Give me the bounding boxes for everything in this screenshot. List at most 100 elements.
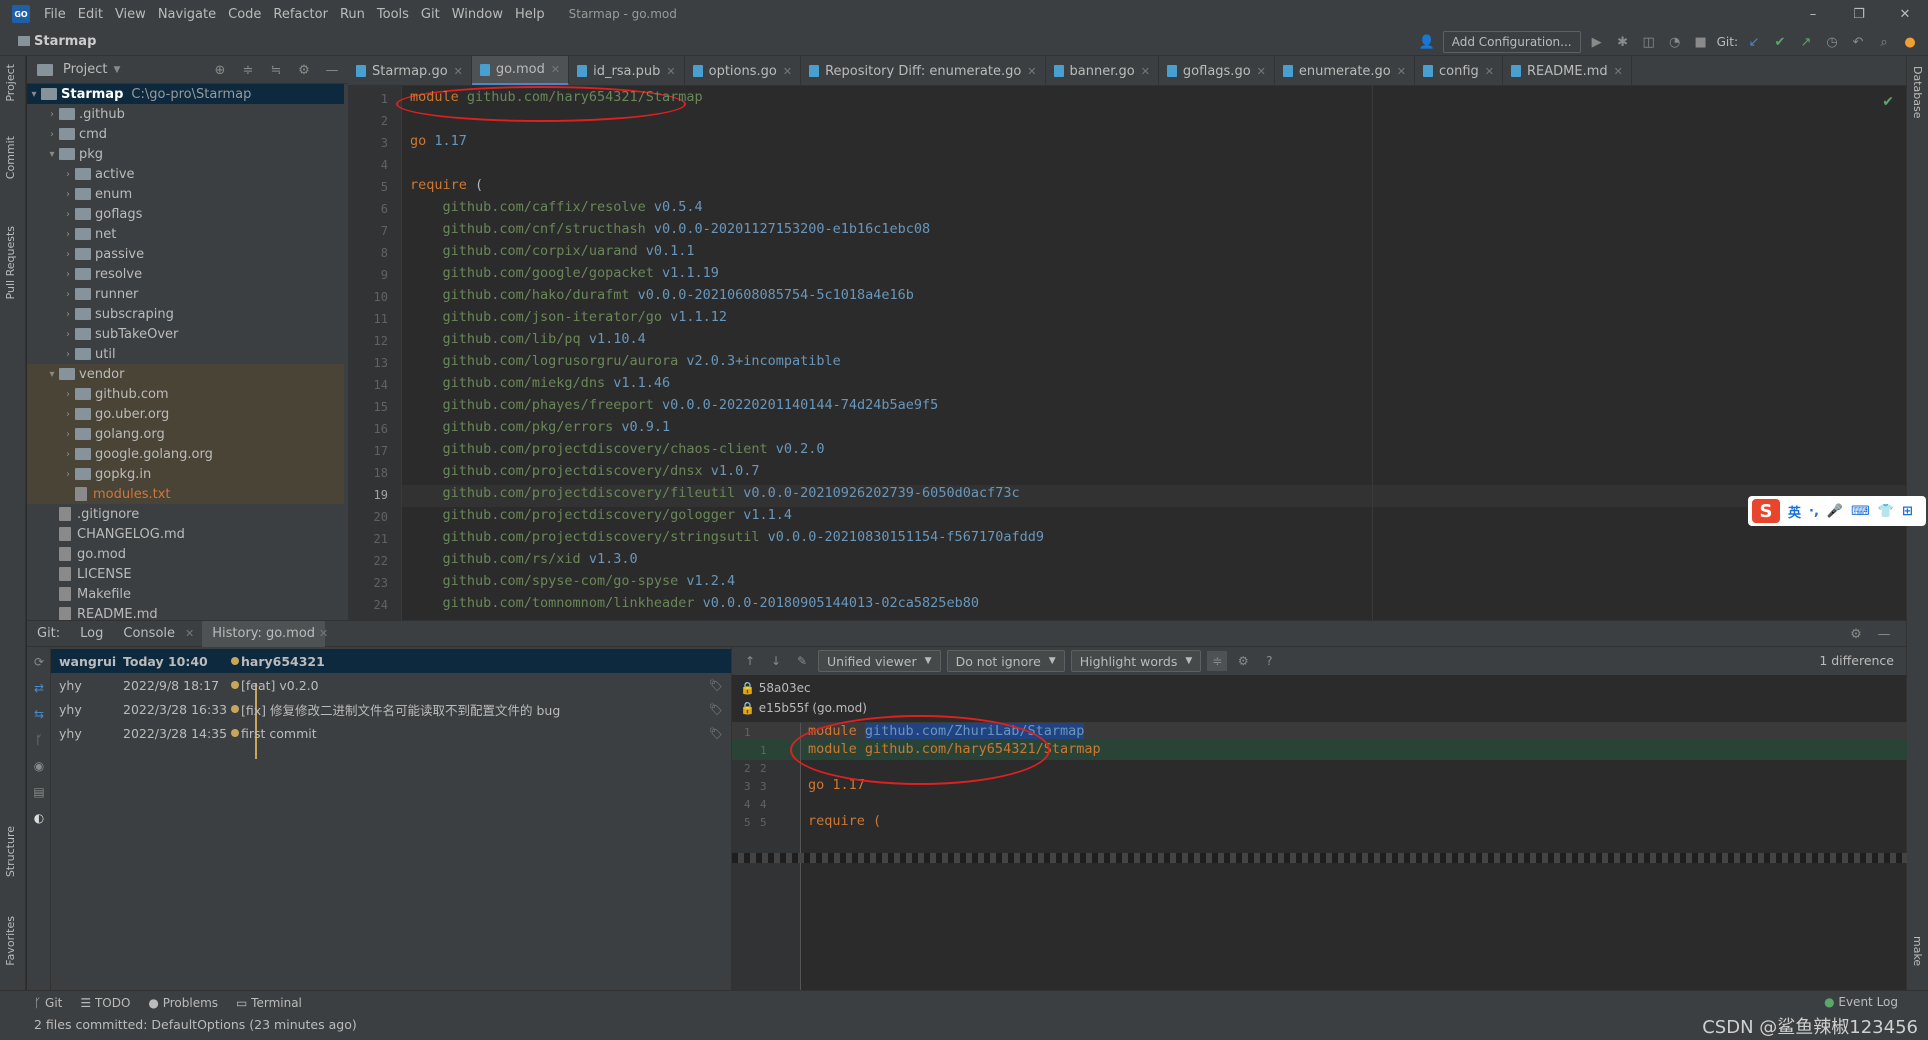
history-icon[interactable]: ◷ — [1822, 32, 1842, 52]
code-line[interactable]: github.com/rs/xid v1.3.0 — [410, 551, 638, 567]
menu-item-file[interactable]: File — [38, 7, 72, 22]
history-row[interactable]: wangrui Today 10:40 hary654321 — [51, 649, 731, 673]
gear-icon[interactable]: ⚙ — [294, 60, 314, 80]
stop-icon[interactable]: ■ — [1691, 32, 1711, 52]
tab-history-go-mod[interactable]: History: go.mod — [202, 620, 326, 647]
minimize-button[interactable]: – — [1790, 0, 1836, 28]
highlight-mode-select[interactable]: Highlight words ▼ — [1070, 650, 1202, 672]
code-line[interactable]: github.com/caffix/resolve v0.5.4 — [410, 199, 703, 215]
menu-item-refactor[interactable]: Refactor — [267, 7, 334, 22]
tree-item-license[interactable]: LICENSE — [45, 564, 132, 584]
ime-keyboard-icon[interactable]: ⌨ — [1851, 504, 1870, 519]
chevron-right-icon[interactable]: › — [61, 189, 75, 200]
chevron-right-icon[interactable]: › — [61, 389, 75, 400]
gear-icon[interactable]: ⚙ — [1846, 624, 1866, 644]
settings-icon[interactable]: ⚙ — [1233, 651, 1253, 671]
coverage-icon[interactable]: ◫ — [1639, 32, 1659, 52]
expand-all-icon[interactable]: ≑ — [238, 60, 258, 80]
tree-item-readme-md[interactable]: README.md — [45, 604, 158, 620]
git-update-icon[interactable]: ↙ — [1744, 32, 1764, 52]
editor-tab-options-go[interactable]: options.go ✕ — [685, 56, 802, 85]
code-line[interactable]: github.com/hako/durafmt v0.0.0-202106080… — [410, 287, 914, 303]
code-line[interactable]: module github.com/hary654321/Starmap — [410, 89, 703, 105]
compare-icon[interactable]: ⇄ — [31, 681, 47, 697]
chevron-right-icon[interactable]: › — [61, 469, 75, 480]
tool-tab-todo[interactable]: ☰ TODO — [80, 996, 130, 1010]
code-line[interactable]: require ( — [410, 177, 483, 193]
pull-requests-tool-tab[interactable]: Pull Requests — [4, 226, 17, 299]
close-window-button[interactable]: ✕ — [1882, 0, 1928, 28]
tree-item-passive[interactable]: › passive — [61, 244, 144, 264]
tree-item--github[interactable]: › .github — [45, 104, 125, 124]
git-push-icon[interactable]: ↗ — [1796, 32, 1816, 52]
chevron-down-icon[interactable]: ▼ — [113, 65, 120, 75]
close-icon[interactable]: ✕ — [1397, 65, 1406, 78]
chevron-right-icon[interactable]: › — [61, 349, 75, 360]
tab-console[interactable]: Console — [113, 621, 185, 647]
tree-item-active[interactable]: › active — [61, 164, 135, 184]
code-line[interactable]: github.com/projectdiscovery/gologger v1.… — [410, 507, 793, 523]
tree-item-pkg[interactable]: ▾ pkg — [45, 144, 103, 164]
tree-item-vendor[interactable]: ▾ vendor — [27, 364, 344, 384]
chevron-right-icon[interactable]: › — [61, 269, 75, 280]
code-line[interactable]: github.com/json-iterator/go v1.1.12 — [410, 309, 727, 325]
chevron-right-icon[interactable]: › — [61, 449, 75, 460]
diff-icon[interactable]: ⇆ — [31, 707, 47, 723]
user-icon[interactable]: 👤 — [1417, 32, 1437, 52]
editor-tab-config[interactable]: config ✕ — [1415, 56, 1503, 85]
chevron-down-icon[interactable]: ▾ — [45, 369, 59, 380]
tree-item-cmd[interactable]: › cmd — [45, 124, 107, 144]
editor-tab-banner-go[interactable]: banner.go ✕ — [1046, 56, 1159, 85]
code-line[interactable]: github.com/google/gopacket v1.1.19 — [410, 265, 719, 281]
menu-item-code[interactable]: Code — [222, 7, 267, 22]
tree-item-golang-org[interactable]: › golang.org — [27, 424, 344, 444]
hide-icon[interactable]: — — [322, 60, 342, 80]
close-icon[interactable]: ✕ — [454, 65, 463, 78]
code-line[interactable]: github.com/corpix/uarand v0.1.1 — [410, 243, 695, 259]
tab-log[interactable]: Log — [70, 621, 113, 647]
code-line[interactable]: github.com/projectdiscovery/chaos-client… — [410, 441, 825, 457]
github-icon[interactable]: ◐ — [31, 811, 47, 827]
tree-item-util[interactable]: › util — [61, 344, 116, 364]
close-icon[interactable]: ✕ — [1614, 65, 1623, 78]
close-icon[interactable]: ✕ — [319, 627, 328, 640]
tree-item-gopkg-in[interactable]: › gopkg.in — [27, 464, 344, 484]
menu-item-run[interactable]: Run — [334, 7, 371, 22]
tree-item-goflags[interactable]: › goflags — [61, 204, 142, 224]
code-line[interactable]: go 1.17 — [410, 133, 467, 149]
ime-skin-icon[interactable]: 👕 — [1878, 504, 1894, 519]
close-icon[interactable]: ✕ — [1141, 65, 1150, 78]
editor-tab-repository-diff-enumerate-go[interactable]: Repository Diff: enumerate.go ✕ — [801, 56, 1046, 85]
commit-tool-tab[interactable]: Commit — [4, 136, 17, 179]
close-icon[interactable]: ✕ — [1485, 65, 1494, 78]
eye-icon[interactable]: ◉ — [31, 759, 47, 775]
close-icon[interactable]: ✕ — [783, 65, 792, 78]
menu-item-help[interactable]: Help — [509, 7, 551, 22]
chevron-right-icon[interactable]: › — [61, 309, 75, 320]
make-tool-tab[interactable]: make — [1911, 936, 1924, 966]
chevron-right-icon[interactable]: › — [61, 329, 75, 340]
database-tool-tab[interactable]: Database — [1911, 66, 1924, 119]
debug-icon[interactable]: ✱ — [1613, 32, 1633, 52]
tree-root-starmap[interactable]: ▾ Starmap C:\go-pro\Starmap — [27, 84, 344, 104]
history-row[interactable]: yhy 2022/3/28 16:33 [fix] 修复修改二进制文件名可能读取不到… — [51, 697, 731, 721]
tag-icon[interactable]: 🏷 — [709, 679, 723, 692]
code-line[interactable]: github.com/projectdiscovery/dnsx v1.0.7 — [410, 463, 760, 479]
restore-button[interactable]: ❐ — [1836, 0, 1882, 28]
next-difference-icon[interactable]: ↓ — [766, 651, 786, 671]
code-line[interactable]: github.com/pkg/errors v0.9.1 — [410, 419, 671, 435]
breadcrumb-project[interactable]: Starmap — [34, 34, 96, 49]
favorites-tool-tab[interactable]: Favorites — [4, 916, 17, 966]
code-line[interactable]: github.com/logrusorgru/aurora v2.0.3+inc… — [410, 353, 841, 369]
git-commit-icon[interactable]: ✔ — [1770, 32, 1790, 52]
tool-tab-terminal[interactable]: ▭ Terminal — [236, 996, 302, 1010]
run-icon[interactable]: ▶ — [1587, 32, 1607, 52]
ime-voice-icon[interactable]: 🎤 — [1827, 504, 1843, 519]
chevron-right-icon[interactable]: › — [61, 409, 75, 420]
tree-item-google-golang-org[interactable]: › google.golang.org — [27, 444, 344, 464]
menu-item-edit[interactable]: Edit — [72, 7, 109, 22]
tree-item-enum[interactable]: › enum — [61, 184, 132, 204]
chevron-right-icon[interactable]: › — [61, 169, 75, 180]
editor-tab-starmap-go[interactable]: Starmap.go ✕ — [348, 56, 472, 85]
tool-tab-problems[interactable]: ● Problems — [148, 996, 218, 1010]
